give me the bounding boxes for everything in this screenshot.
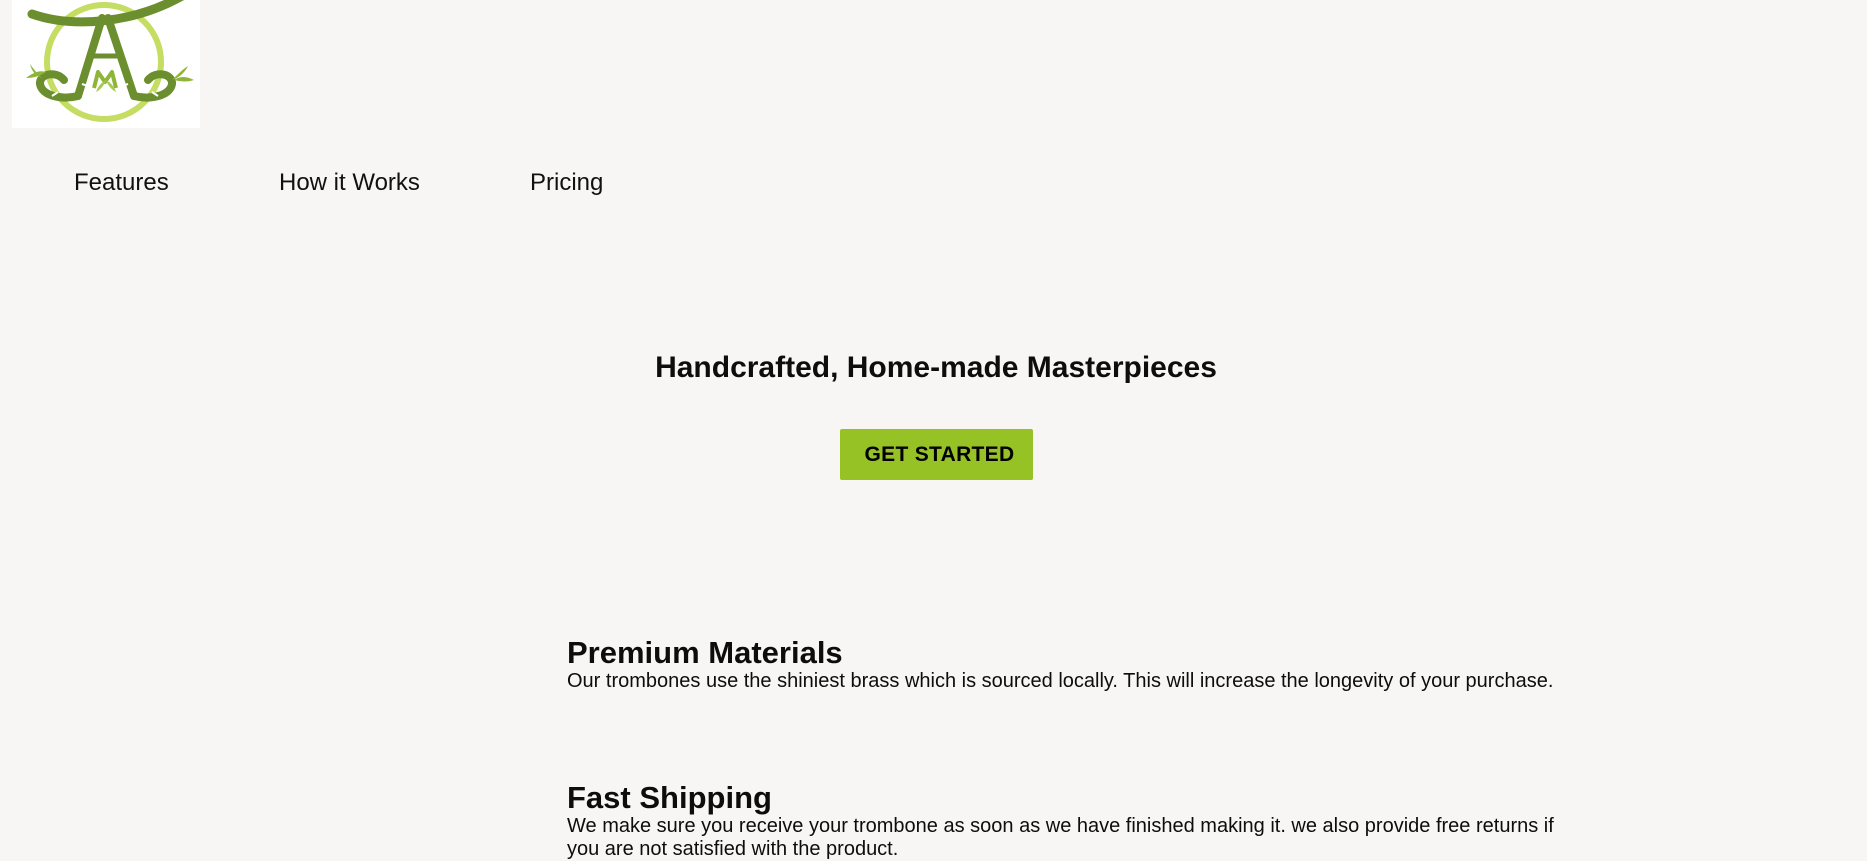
nav-link-pricing[interactable]: Pricing [530, 168, 603, 198]
nav-link-features[interactable]: Features [74, 168, 169, 198]
feature-description: Our trombones use the shiniest brass whi… [567, 670, 1554, 692]
feature-title: Fast Shipping [567, 780, 772, 815]
site-logo[interactable] [12, 0, 200, 128]
feature-title: Premium Materials [567, 635, 843, 670]
feature-fast-shipping: Fast Shipping We make sure you receive y… [567, 781, 1567, 861]
feature-description: We make sure you receive your trombone a… [567, 815, 1554, 860]
nav-link-how-it-works[interactable]: How it Works [279, 168, 420, 198]
hero-title: Handcrafted, Home-made Masterpieces [655, 351, 1217, 384]
bamboo-monogram-logo-icon [26, 0, 194, 122]
get-started-button[interactable]: GET STARTED [840, 429, 1033, 480]
feature-premium-materials: Premium Materials Our trombones use the … [567, 636, 1567, 693]
